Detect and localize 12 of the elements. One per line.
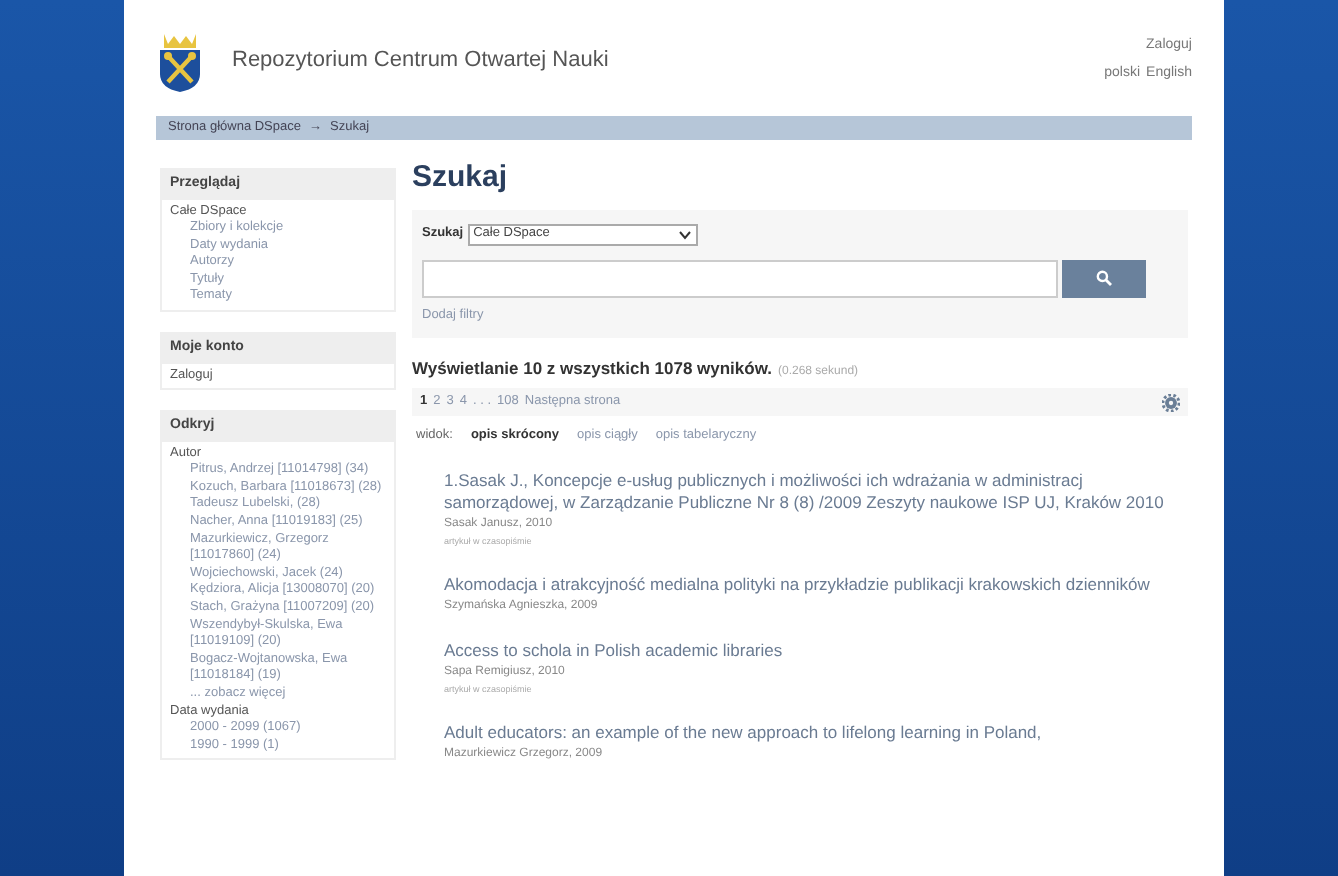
results-summary: Wyświetlanie 10 z wszystkich 1078 wyników. — [412, 356, 772, 382]
result-title-link[interactable]: Access to schola in Polish academic libraries — [444, 639, 1180, 662]
settings-icon[interactable] — [1162, 393, 1180, 412]
site-title: Repozytorium Centrum Otwartej Nauki — [232, 45, 609, 76]
result-title-link[interactable]: 1.Sasak J., Koncepcje e-usług publicznych i możliwości ich wdrażania w administracj samorządowej, w Zarządzanie Publiczne Nr 8 (8) /2009 Zeszyty naukowe ISP UJ, Kraków 2010 — [444, 470, 1180, 514]
result-title-link[interactable]: Akomodacja i atrakcyjność medialna polityki na przykładzie publikacji krakowskich dzienników — [444, 573, 1180, 596]
search-icon — [1096, 270, 1112, 286]
search-button[interactable] — [1062, 259, 1146, 297]
search-field[interactable] — [422, 259, 1058, 297]
chevron-down-icon — [677, 229, 692, 239]
result-title-link[interactable]: Adult educators: an example of the new approach to lifelong learning in Poland, — [444, 721, 1180, 743]
page-heading: Szukaj — [412, 158, 510, 198]
